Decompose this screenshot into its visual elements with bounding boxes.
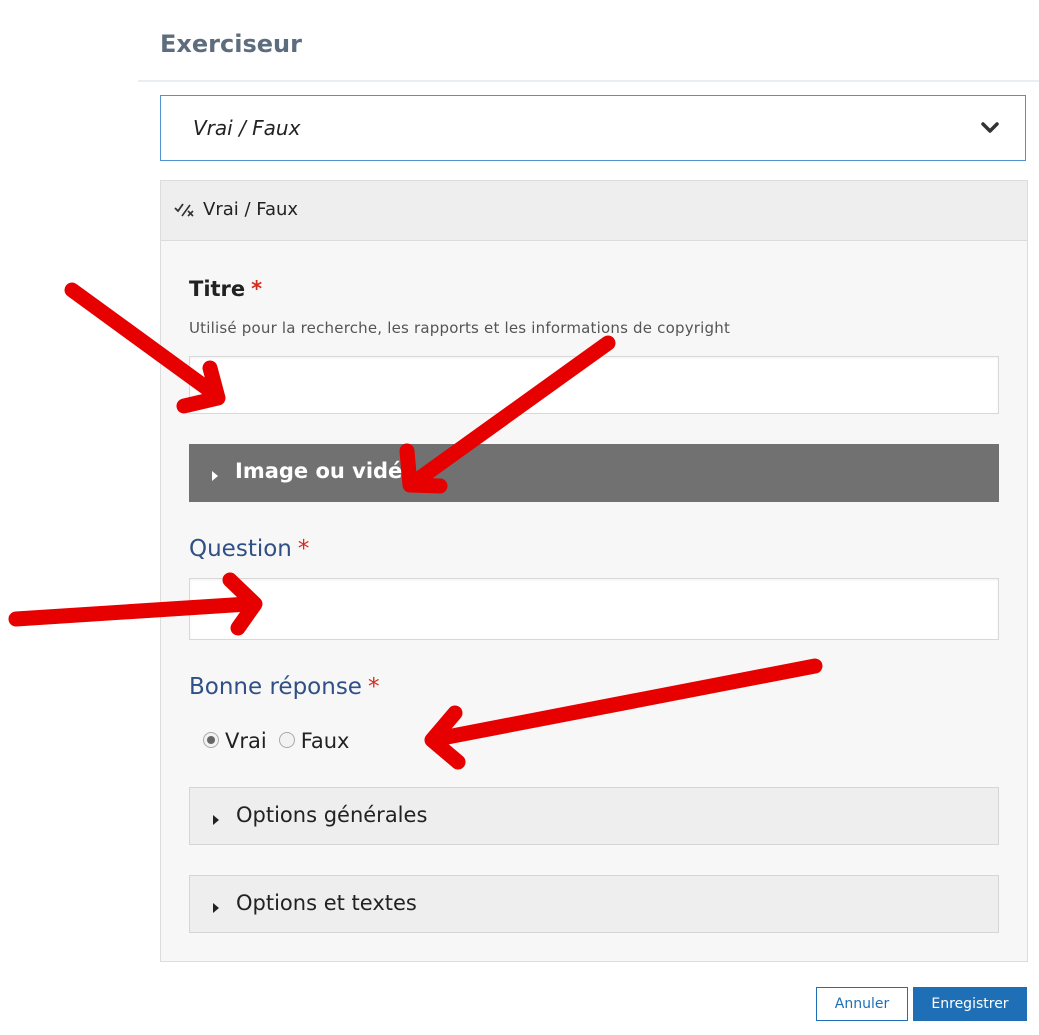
radio-true-label: Vrai (225, 729, 267, 753)
question-label: Question * (189, 536, 309, 562)
radio-option-true[interactable]: Vrai (203, 729, 267, 753)
cancel-button[interactable]: Annuler (816, 987, 908, 1021)
title-label-text: Titre (189, 277, 246, 301)
media-section-toggle[interactable]: Image ou vidéo (189, 444, 999, 502)
page-title: Exerciseur (160, 30, 302, 58)
radio-false-label: Faux (300, 729, 350, 753)
question-required-mark: * (297, 536, 310, 562)
heading-divider (138, 80, 1039, 82)
chevron-down-icon[interactable] (981, 120, 999, 139)
save-button[interactable]: Enregistrer (913, 987, 1027, 1021)
question-label-text: Question (189, 536, 292, 562)
content-type-select-value: Vrai / Faux (193, 116, 301, 140)
answer-label-text: Bonne réponse (189, 674, 362, 700)
true-false-icon (174, 202, 196, 222)
media-section-label: Image ou vidéo (235, 459, 417, 483)
radio-false[interactable] (278, 732, 295, 748)
caret-right-icon (211, 467, 219, 486)
caret-right-icon (212, 899, 220, 918)
answer-label: Bonne réponse * (189, 674, 379, 700)
radio-option-false[interactable]: Faux (278, 729, 350, 753)
options-texts-label: Options et textes (236, 891, 417, 915)
editor-panel: Vrai / Faux Titre * Utilisé pour la reche… (160, 180, 1028, 962)
title-input[interactable] (189, 356, 999, 414)
panel-header: Vrai / Faux (161, 181, 1027, 241)
title-description: Utilisé pour la recherche, les rapports … (189, 319, 731, 337)
question-input[interactable] (189, 578, 999, 640)
content-type-select[interactable]: Vrai / Faux (160, 95, 1026, 161)
options-texts-toggle[interactable]: Options et textes (189, 875, 999, 933)
general-options-toggle[interactable]: Options générales (189, 787, 999, 845)
panel-header-label: Vrai / Faux (203, 199, 299, 220)
caret-right-icon (212, 811, 220, 830)
title-label: Titre * (189, 277, 262, 301)
title-required-mark: * (251, 277, 263, 301)
answer-radio-group: Vrai Faux (203, 729, 361, 753)
answer-required-mark: * (367, 674, 380, 700)
general-options-label: Options générales (236, 803, 428, 827)
radio-true[interactable] (203, 732, 219, 748)
